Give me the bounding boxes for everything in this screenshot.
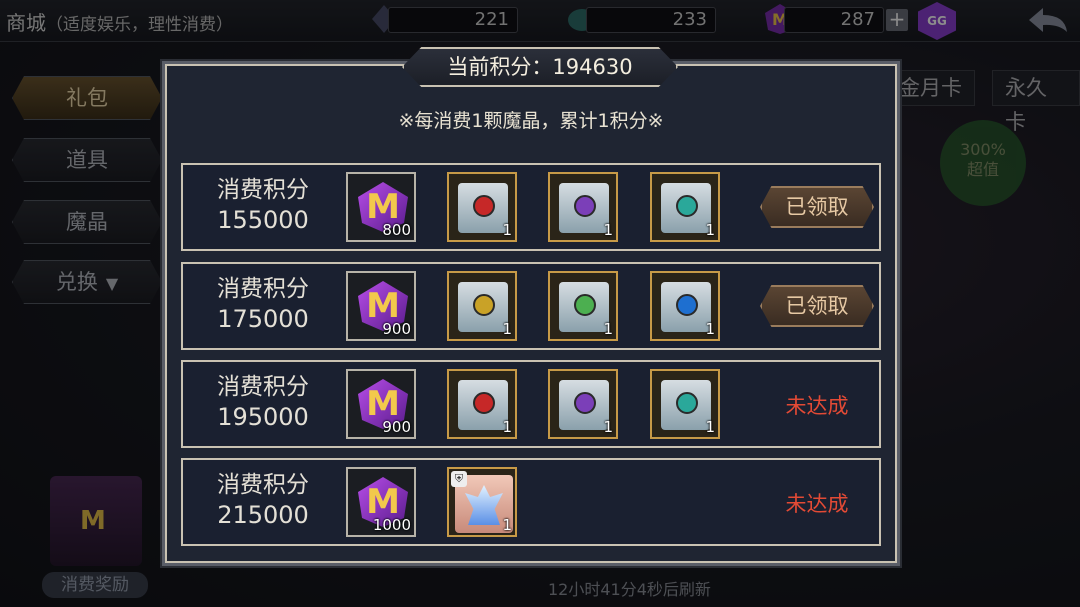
crystal-reward-item[interactable]: M 900 — [346, 369, 416, 439]
green-rune-icon — [574, 294, 596, 316]
red-rune-icon — [473, 392, 495, 414]
row-title: 消费积分 — [217, 472, 309, 498]
score-value: 194630 — [552, 55, 633, 79]
scroll-reward-item[interactable]: 1 — [650, 271, 720, 341]
item-count: 1 — [603, 418, 613, 436]
purple-rune-icon — [574, 195, 596, 217]
scroll-reward-item[interactable]: 1 — [548, 271, 618, 341]
row-title: 消费积分 — [217, 374, 309, 400]
teal-rune-icon — [676, 392, 698, 414]
yellow-rune-icon — [473, 294, 495, 316]
lock-icon: ⛨ — [451, 471, 467, 487]
current-score-plate: 当前积分：194630 — [402, 47, 678, 87]
scroll-reward-item[interactable]: 1 — [447, 172, 517, 242]
scroll-reward-item[interactable]: 1 — [548, 369, 618, 439]
reward-row: 消费积分 175000 M 900 1 1 1 已领取 — [181, 262, 881, 350]
row-threshold: 175000 — [217, 305, 309, 333]
crystal-reward-item[interactable]: M 800 — [346, 172, 416, 242]
score-label: 当前积分： — [447, 55, 553, 79]
item-count: 1 — [705, 221, 715, 239]
item-count: 1 — [705, 320, 715, 338]
row-title: 消费积分 — [217, 276, 309, 302]
row-label: 消费积分 195000 — [183, 372, 343, 432]
item-count: 1 — [603, 221, 613, 239]
row-label: 消费积分 155000 — [183, 175, 343, 235]
row-threshold: 215000 — [217, 501, 309, 529]
row-threshold: 155000 — [217, 206, 309, 234]
ice-crystal-reward-item[interactable]: ⛨ 1 — [447, 467, 517, 537]
row-label: 消费积分 175000 — [183, 274, 343, 334]
row-threshold: 195000 — [217, 403, 309, 431]
red-rune-icon — [473, 195, 495, 217]
item-count: 1 — [603, 320, 613, 338]
status-not-reached: 未达成 — [785, 492, 849, 516]
reward-row: 消费积分 215000 M 1000 ⛨ 1 未达成 — [181, 458, 881, 546]
item-count: 800 — [382, 221, 411, 239]
row-label: 消费积分 215000 — [183, 470, 343, 530]
item-count: 1 — [502, 320, 512, 338]
ice-shard-icon — [465, 485, 503, 525]
scroll-reward-item[interactable]: 1 — [447, 369, 517, 439]
reward-row: 消费积分 155000 M 800 1 1 1 已领取 — [181, 163, 881, 251]
points-rule-note: ※每消费1颗魔晶，累计1积分※ — [398, 110, 664, 132]
claimed-button[interactable]: 已领取 — [760, 186, 874, 228]
item-count: 1 — [502, 418, 512, 436]
scroll-reward-item[interactable]: 1 — [548, 172, 618, 242]
crystal-reward-item[interactable]: M 1000 — [346, 467, 416, 537]
item-count: 1 — [502, 221, 512, 239]
item-count: 900 — [382, 418, 411, 436]
reward-row: 消费积分 195000 M 900 1 1 1 未达成 — [181, 360, 881, 448]
scroll-reward-item[interactable]: 1 — [650, 172, 720, 242]
claimed-button[interactable]: 已领取 — [760, 285, 874, 327]
scroll-reward-item[interactable]: 1 — [650, 369, 720, 439]
crystal-reward-item[interactable]: M 900 — [346, 271, 416, 341]
item-count: 1 — [502, 516, 512, 534]
row-title: 消费积分 — [217, 177, 309, 203]
teal-rune-icon — [676, 195, 698, 217]
item-count: 1 — [705, 418, 715, 436]
scroll-reward-item[interactable]: 1 — [447, 271, 517, 341]
item-count: 1000 — [372, 516, 411, 534]
status-not-reached: 未达成 — [785, 394, 849, 418]
purple-rune-icon — [574, 392, 596, 414]
blue-rune-icon — [676, 294, 698, 316]
item-count: 900 — [382, 320, 411, 338]
